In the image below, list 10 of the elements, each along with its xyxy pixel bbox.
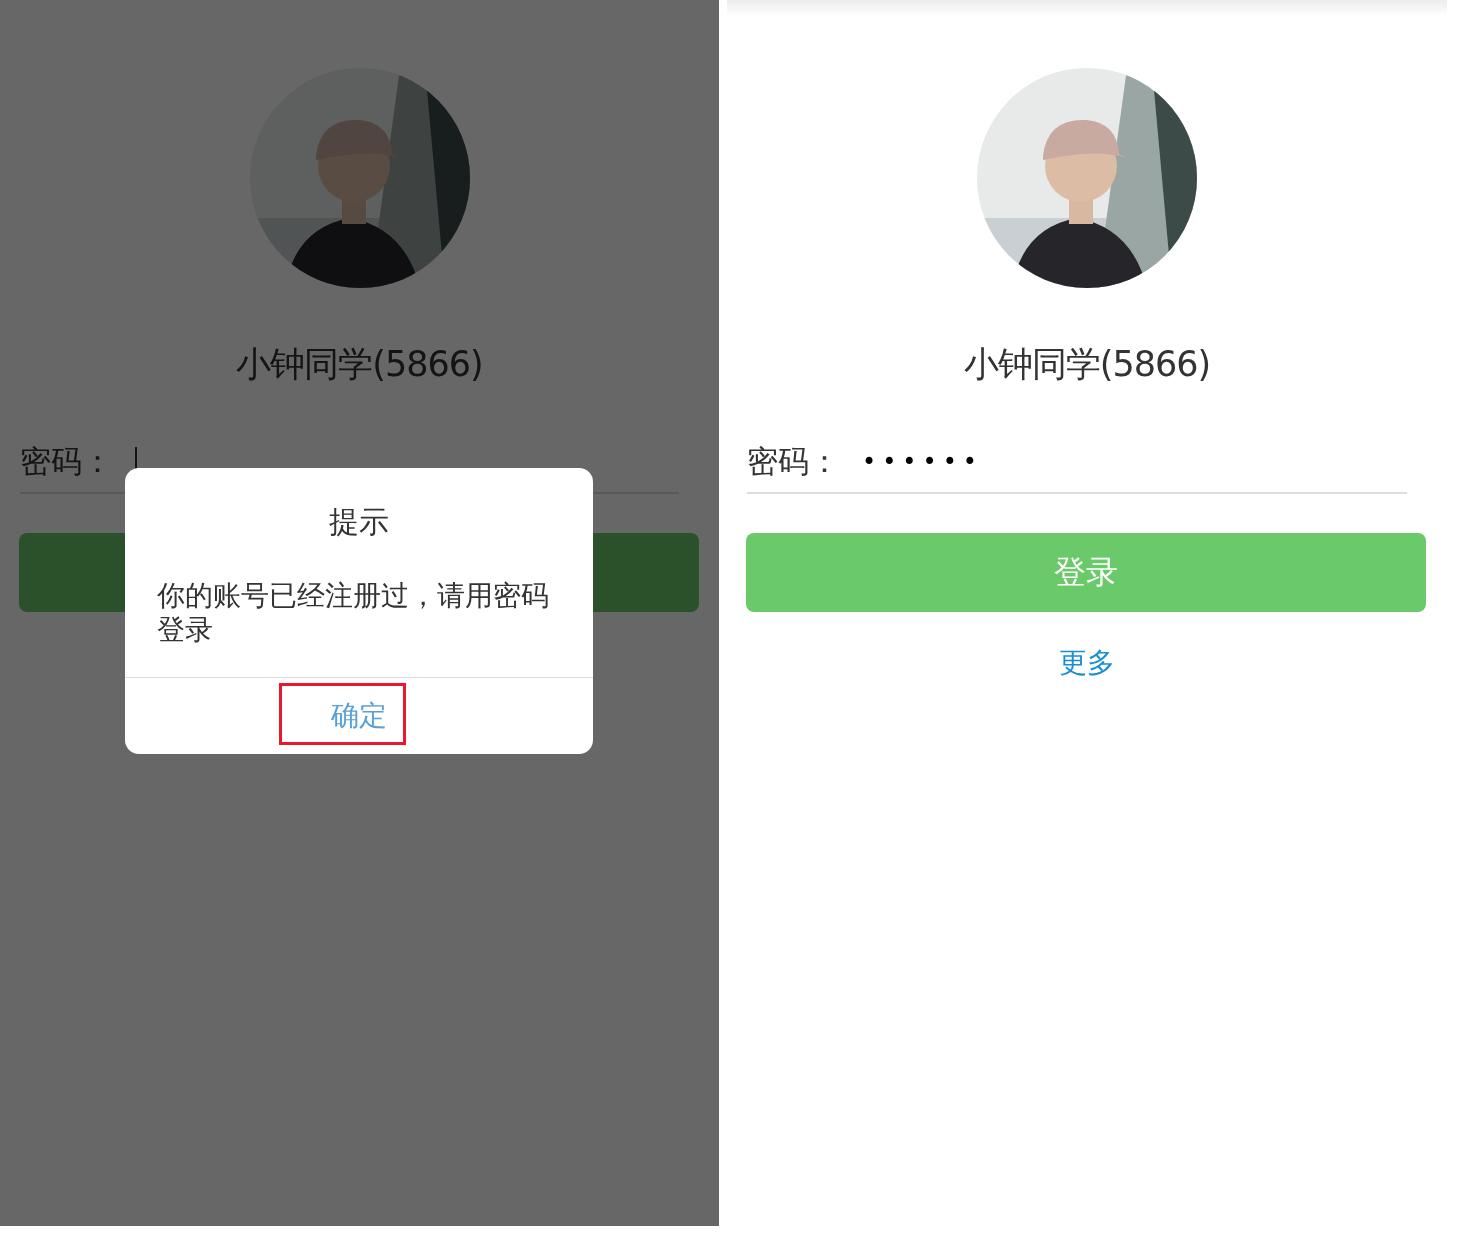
dialog-title: 提示 [329,503,389,541]
password-label: 密码： [20,442,114,481]
more-link[interactable]: 更多 [1059,644,1115,682]
username: 小钟同学(5866) [963,344,1211,384]
password-label: 密码： [747,442,841,481]
dialog-message: 你的账号已经注册过，请用密码登录 [157,578,550,647]
password-field[interactable]: •••••• [862,437,1407,487]
login-button[interactable]: 登录 [746,533,1426,612]
confirm-button[interactable]: 确定 [330,697,387,735]
username: 小钟同学(5866) [236,344,483,384]
